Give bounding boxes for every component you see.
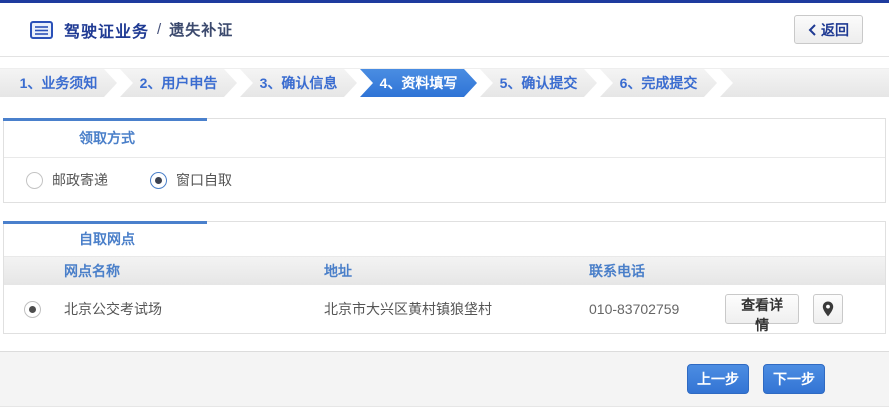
column-location-name: 网点名称: [60, 261, 320, 281]
step-2-user-declaration[interactable]: 2、用户申告: [120, 69, 237, 97]
step-5-confirm-submit[interactable]: 5、确认提交: [480, 69, 597, 97]
radio-location-selected[interactable]: [24, 301, 41, 318]
pickup-method-panel: 领取方式 邮政寄递 窗口自取: [3, 118, 886, 203]
column-phone: 联系电话: [585, 261, 725, 281]
locations-table-header: 网点名称 地址 联系电话: [4, 257, 885, 285]
page-subtitle: 遗失补证: [169, 19, 233, 40]
page-header: 驾驶证业务 / 遗失补证 返回: [0, 3, 889, 57]
pickup-locations-panel: 自取网点 网点名称 地址 联系电话 北京公交考试场 北京市大兴区黄村镇狼垡村 0…: [3, 221, 886, 334]
location-pin-icon: [822, 301, 834, 317]
radio-option-postal[interactable]: 邮政寄递: [26, 170, 108, 190]
location-phone: 010-83702759: [585, 301, 725, 317]
pickup-method-title: 领取方式: [4, 119, 885, 158]
back-button-label: 返回: [821, 20, 849, 40]
step-3-confirm-info[interactable]: 3、确认信息: [240, 69, 357, 97]
table-row: 北京公交考试场 北京市大兴区黄村镇狼垡村 010-83702759 查看详情: [4, 285, 885, 333]
previous-step-button[interactable]: 上一步: [687, 364, 749, 394]
back-button[interactable]: 返回: [794, 15, 863, 44]
pickup-method-options: 邮政寄递 窗口自取: [4, 158, 885, 202]
map-button[interactable]: [813, 294, 843, 324]
pickup-locations-title: 自取网点: [4, 222, 885, 257]
step-1-business-notice[interactable]: 1、业务须知: [0, 69, 117, 97]
radio-window-label: 窗口自取: [176, 170, 232, 190]
form-list-icon: [30, 21, 53, 39]
radio-option-window-pickup[interactable]: 窗口自取: [150, 170, 232, 190]
radio-window-selected[interactable]: [150, 172, 167, 189]
radio-postal-unselected[interactable]: [26, 172, 43, 189]
column-address: 地址: [320, 261, 585, 281]
panel-accent-line: [3, 221, 207, 224]
step-wizard: 1、业务须知 2、用户申告 3、确认信息 4、资料填写 5、确认提交 6、完成提…: [0, 68, 889, 97]
breadcrumb-separator: /: [157, 21, 161, 38]
page-title: 驾驶证业务: [64, 18, 149, 42]
panel-accent-line: [3, 118, 207, 121]
location-name: 北京公交考试场: [60, 299, 320, 319]
step-4-fill-data[interactable]: 4、资料填写: [360, 69, 477, 97]
next-step-button[interactable]: 下一步: [763, 364, 825, 394]
chevron-left-icon: [808, 24, 816, 36]
location-address: 北京市大兴区黄村镇狼垡村: [320, 299, 585, 319]
radio-postal-label: 邮政寄递: [52, 170, 108, 190]
view-details-button[interactable]: 查看详情: [725, 294, 799, 324]
step-filler: [720, 69, 889, 97]
step-6-complete-submit[interactable]: 6、完成提交: [600, 69, 717, 97]
wizard-footer: 上一步 下一步: [0, 351, 889, 407]
